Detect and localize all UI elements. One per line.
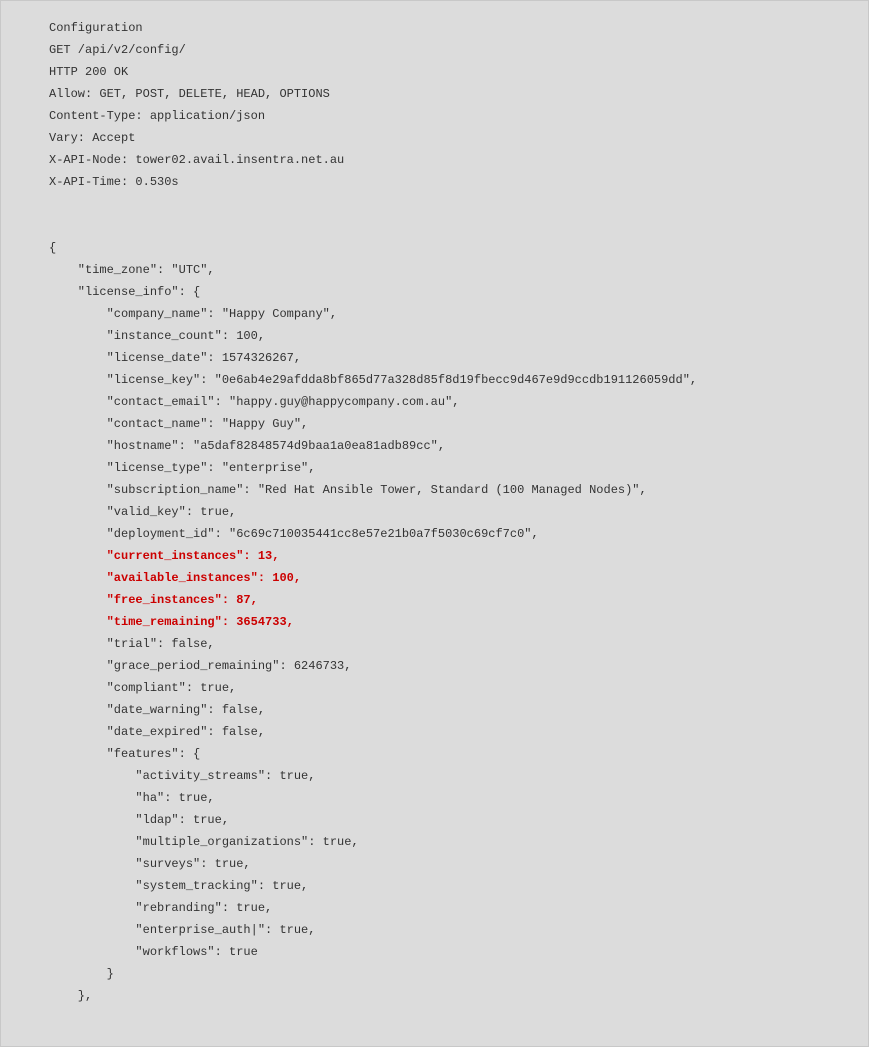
json-line: "features": { xyxy=(49,747,200,761)
json-line: "enterprise_auth|": true, xyxy=(49,923,315,937)
json-line: "license_date": 1574326267, xyxy=(49,351,301,365)
json-line: "deployment_id": "6c69c710035441cc8e57e2… xyxy=(49,527,539,541)
json-line: "date_warning": false, xyxy=(49,703,265,717)
json-line: "rebranding": true, xyxy=(49,901,272,915)
json-line-highlight: "time_remaining": 3654733, xyxy=(49,615,294,629)
json-line: "grace_period_remaining": 6246733, xyxy=(49,659,351,673)
json-line: "valid_key": true, xyxy=(49,505,236,519)
json-line: "date_expired": false, xyxy=(49,725,265,739)
header-line: X-API-Node: tower02.avail.insentra.net.a… xyxy=(49,153,344,167)
json-line: "surveys": true, xyxy=(49,857,251,871)
json-line-highlight: "available_instances": 100, xyxy=(49,571,301,585)
json-line: "trial": false, xyxy=(49,637,215,651)
json-line-highlight: "free_instances": 87, xyxy=(49,593,258,607)
json-line: "contact_email": "happy.guy@happycompany… xyxy=(49,395,459,409)
header-line: HTTP 200 OK xyxy=(49,65,128,79)
json-line: "time_zone": "UTC", xyxy=(49,263,215,277)
json-line-highlight: "current_instances": 13, xyxy=(49,549,279,563)
json-line: "subscription_name": "Red Hat Ansible To… xyxy=(49,483,647,497)
json-line: "ha": true, xyxy=(49,791,215,805)
json-line: "license_type": "enterprise", xyxy=(49,461,315,475)
json-line: "contact_name": "Happy Guy", xyxy=(49,417,308,431)
json-line: "company_name": "Happy Company", xyxy=(49,307,337,321)
json-line: "ldap": true, xyxy=(49,813,229,827)
json-line: { xyxy=(49,241,56,255)
header-line: Configuration xyxy=(49,21,143,35)
json-line: "license_info": { xyxy=(49,285,200,299)
json-line: "workflows": true xyxy=(49,945,258,959)
json-line: }, xyxy=(49,989,92,1003)
json-line: "activity_streams": true, xyxy=(49,769,315,783)
json-line: "compliant": true, xyxy=(49,681,236,695)
api-response-block: Configuration GET /api/v2/config/ HTTP 2… xyxy=(0,0,869,1047)
json-line: "instance_count": 100, xyxy=(49,329,265,343)
json-line: "multiple_organizations": true, xyxy=(49,835,359,849)
header-line: Allow: GET, POST, DELETE, HEAD, OPTIONS xyxy=(49,87,330,101)
json-line: "hostname": "a5daf82848574d9baa1a0ea81ad… xyxy=(49,439,445,453)
header-line: Content-Type: application/json xyxy=(49,109,265,123)
json-line: "system_tracking": true, xyxy=(49,879,308,893)
json-line: } xyxy=(49,967,114,981)
json-line: "license_key": "0e6ab4e29afdda8bf865d77a… xyxy=(49,373,697,387)
header-line: X-API-Time: 0.530s xyxy=(49,175,179,189)
header-line: GET /api/v2/config/ xyxy=(49,43,186,57)
header-line: Vary: Accept xyxy=(49,131,135,145)
